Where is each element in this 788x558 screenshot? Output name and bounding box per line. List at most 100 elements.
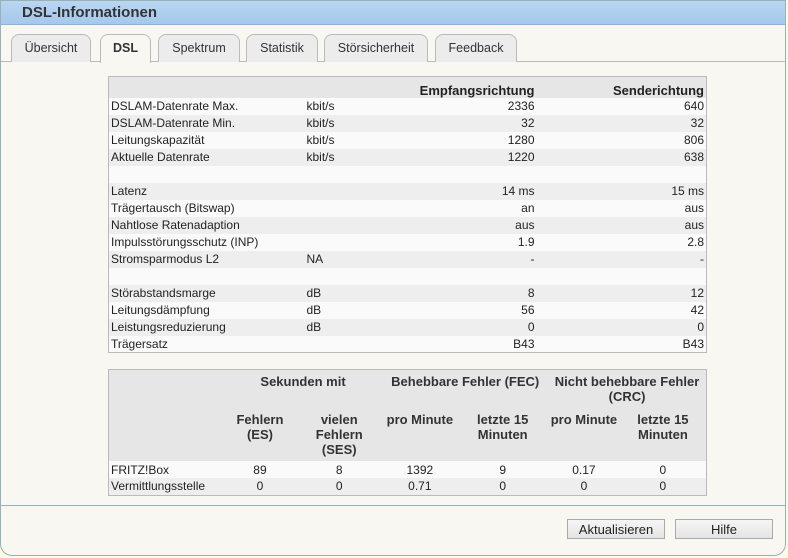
- cell-unit: [304, 182, 365, 200]
- cell-label: [108, 267, 305, 285]
- subheader: letzte 15 Minuten: [457, 404, 549, 461]
- cell-value: 0.17: [548, 461, 620, 478]
- cell-downstream: 32: [364, 114, 537, 132]
- cell-downstream: 1220: [364, 148, 537, 166]
- cell-unit: [304, 335, 365, 353]
- cell-label: Stromsparmodus L2: [108, 250, 305, 268]
- cell-unit: kbit/s: [304, 97, 365, 115]
- table-row: DSLAM-Datenrate Max. kbit/s 2336 640: [108, 97, 707, 115]
- table-row: FRITZ!Box 89 8 1392 9 0.17 0: [108, 461, 707, 478]
- cell-label: Leitungskapazität: [108, 131, 305, 149]
- table-row: Leistungsreduzierung dB 0 0: [108, 318, 707, 336]
- tab-spektrum[interactable]: Spektrum: [158, 34, 240, 62]
- table-row: Nahtlose Ratenadaption aus aus: [108, 216, 707, 234]
- divider: [1, 505, 785, 506]
- cell-upstream: 0: [536, 318, 707, 336]
- table-row: Trägertausch (Bitswap) an aus: [108, 199, 707, 217]
- cell-unit: [304, 267, 365, 285]
- table-row: Stromsparmodus L2 NA - -: [108, 250, 707, 268]
- cell-label: Nahtlose Ratenadaption: [108, 216, 305, 234]
- tab-dsl[interactable]: DSL: [100, 34, 151, 63]
- cell-value: 0.71: [382, 478, 458, 495]
- table-row: [108, 267, 707, 285]
- group-crc: Nicht behebbare Fehler (CRC): [548, 369, 707, 404]
- subheader: Fehlern (ES): [223, 404, 297, 461]
- tab-bar: Übersicht DSL Spektrum Statistik Störsic…: [1, 34, 785, 63]
- table-row: Leitungskapazität kbit/s 1280 806: [108, 131, 707, 149]
- cell-upstream: 2.8: [536, 233, 707, 251]
- header-empfang: Empfangsrichtung: [364, 76, 537, 98]
- cell-downstream: -: [364, 250, 537, 268]
- table-row: Latenz 14 ms 15 ms: [108, 182, 707, 200]
- table-row: Aktuelle Datenrate kbit/s 1220 638: [108, 148, 707, 166]
- cell-label: Störabstandsmarge: [108, 284, 305, 302]
- table-row: Trägersatz B43 B43: [108, 335, 707, 353]
- cell-upstream: aus: [536, 199, 707, 217]
- cell-label: Impulsstörungsschutz (INP): [108, 233, 305, 251]
- cell-upstream: aus: [536, 216, 707, 234]
- dsl-info-table: Empfangsrichtung Senderichtung DSLAM-Dat…: [108, 76, 707, 353]
- cell-downstream: 8: [364, 284, 537, 302]
- table-row: [108, 165, 707, 183]
- cell-upstream: 12: [536, 284, 707, 302]
- table-row: Leitungsdämpfung dB 56 42: [108, 301, 707, 319]
- cell-value: 8: [296, 461, 383, 478]
- cell-downstream: 1280: [364, 131, 537, 149]
- dsl-info-window: DSL-Informationen Übersicht DSL Spektrum…: [0, 0, 786, 556]
- cell-downstream: 2336: [364, 97, 537, 115]
- page-title: DSL-Informationen: [1, 1, 785, 25]
- cell-unit: kbit/s: [304, 131, 365, 149]
- cell-value: 89: [223, 461, 297, 478]
- group-fec: Behebbare Fehler (FEC): [382, 369, 549, 404]
- cell-downstream: 56: [364, 301, 537, 319]
- table-row: Impulsstörungsschutz (INP) 1.9 2.8: [108, 233, 707, 251]
- cell-label: [108, 165, 305, 183]
- cell-upstream: 32: [536, 114, 707, 132]
- cell-upstream: 806: [536, 131, 707, 149]
- cell-label: Leistungsreduzierung: [108, 318, 305, 336]
- cell-label: FRITZ!Box: [108, 461, 224, 478]
- tab-stoersicherheit[interactable]: Störsicherheit: [324, 34, 428, 62]
- cell-upstream: -: [536, 250, 707, 268]
- cell-value: 1392: [382, 461, 458, 478]
- cell-upstream: [536, 165, 707, 183]
- cell-downstream: B43: [364, 335, 537, 353]
- cell-unit: NA: [304, 250, 365, 268]
- cell-value: 9: [457, 461, 549, 478]
- cell-value: 0: [619, 478, 707, 495]
- cell-upstream: B43: [536, 335, 707, 353]
- header-sende: Senderichtung: [536, 76, 707, 98]
- cell-downstream: [364, 267, 537, 285]
- cell-label: Aktuelle Datenrate: [108, 148, 305, 166]
- cell-upstream: 42: [536, 301, 707, 319]
- cell-label: DSLAM-Datenrate Min.: [108, 114, 305, 132]
- cell-upstream: 638: [536, 148, 707, 166]
- cell-unit: [304, 216, 365, 234]
- subheader: vielen Fehlern (SES): [296, 404, 383, 461]
- cell-unit: dB: [304, 284, 365, 302]
- tab-statistik[interactable]: Statistik: [246, 34, 318, 62]
- cell-label: Trägertausch (Bitswap): [108, 199, 305, 217]
- cell-unit: kbit/s: [304, 148, 365, 166]
- table-row: Vermittlungsstelle 0 0 0.71 0 0 0: [108, 478, 707, 495]
- cell-downstream: an: [364, 199, 537, 217]
- error-table: Sekunden mit Behebbare Fehler (FEC) Nich…: [108, 369, 707, 496]
- cell-upstream: 640: [536, 97, 707, 115]
- help-button[interactable]: Hilfe: [675, 519, 773, 539]
- cell-unit: [304, 165, 365, 183]
- group-sekunden: Sekunden mit: [223, 369, 383, 404]
- subheader: pro Minute: [548, 404, 620, 461]
- table-header: Empfangsrichtung Senderichtung: [108, 76, 707, 98]
- cell-unit: kbit/s: [304, 114, 365, 132]
- cell-value: 0: [457, 478, 549, 495]
- cell-downstream: 0: [364, 318, 537, 336]
- cell-value: 0: [223, 478, 297, 495]
- cell-downstream: 1.9: [364, 233, 537, 251]
- cell-downstream: [364, 165, 537, 183]
- subheader: pro Minute: [382, 404, 458, 461]
- tab-uebersicht[interactable]: Übersicht: [11, 34, 91, 62]
- refresh-button[interactable]: Aktualisieren: [567, 519, 665, 539]
- tab-feedback[interactable]: Feedback: [435, 34, 517, 62]
- subheader: letzte 15 Minuten: [619, 404, 707, 461]
- cell-unit: [304, 199, 365, 217]
